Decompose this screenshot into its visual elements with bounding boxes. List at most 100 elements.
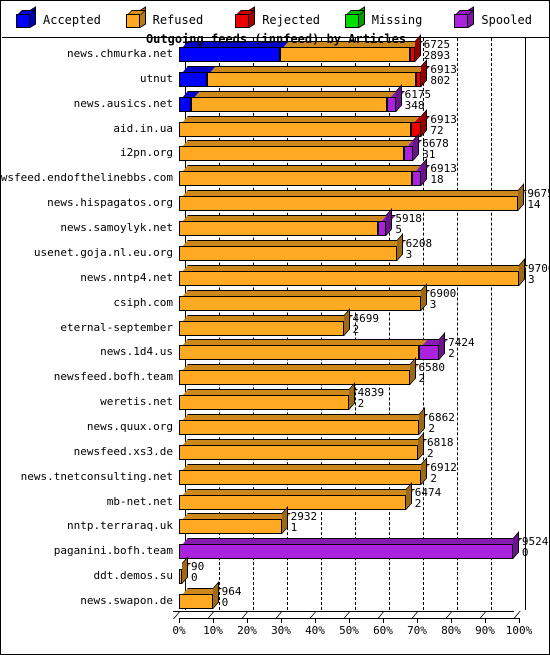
bar-value-secondary: 3 <box>528 272 535 286</box>
bar-segment-refused <box>179 121 412 137</box>
bar-value-secondary: 0 <box>221 596 229 610</box>
bar-value-label: 9524 0 <box>522 536 549 558</box>
bar-segment-spooled <box>179 544 513 560</box>
gridline-80 <box>457 38 458 610</box>
x-axis-label: 0% <box>172 624 186 637</box>
x-axis-tick-10 <box>213 618 214 623</box>
chart-title: Outgoing feeds (innfeed) by Articles <box>145 32 407 46</box>
y-axis-label: csiph.com <box>113 295 173 309</box>
bar-end-cap <box>395 83 402 112</box>
x-axis-label: 10% <box>203 624 223 637</box>
chart-container: Accepted Refused Rejected Missing Spooled ne… <box>0 0 550 655</box>
bar-value-label: 6175 348 <box>405 89 432 111</box>
cube-icon <box>454 6 475 29</box>
bar-segment-spooled <box>418 345 440 361</box>
legend-label: Missing <box>371 12 423 27</box>
bar-value-secondary: 18 <box>430 173 444 187</box>
x-axis-tick-70 <box>417 618 418 623</box>
bar-segment-refused <box>179 444 419 460</box>
y-axis-label: newsfeed.xs3.de <box>73 444 173 458</box>
bar-value-secondary: 2 <box>427 446 434 460</box>
bar-value-secondary: 0 <box>521 546 529 560</box>
bar-value-label: 4699 2 <box>353 313 380 335</box>
bar-end-cap <box>343 307 350 336</box>
legend-label: Refused <box>152 12 204 27</box>
x-axis-label: 100% <box>505 624 533 637</box>
x-axis-tick-60 <box>383 618 384 623</box>
legend-item-missing: Missing <box>331 6 441 29</box>
bar-segment-refused <box>179 345 419 361</box>
bar-value-label: 4839 2 <box>358 387 385 409</box>
bar-segment-refused <box>179 270 519 286</box>
bars-layer: 6725 2893 6913 802 6175 348 6913 72 6678 31 6913 18… <box>179 34 549 610</box>
y-axis-label: news.nntp4.net <box>80 270 173 284</box>
bar-end-cap <box>182 556 189 585</box>
y-axis-label: usenet.goja.nl.eu.org <box>33 245 173 259</box>
bar-value-secondary: 2 <box>430 471 438 485</box>
bar-segment-refused <box>179 146 405 162</box>
bar-value-label: 5918 5 <box>395 213 422 235</box>
y-axis-label: i2pn.org <box>120 146 173 160</box>
bar-segment-refused <box>179 370 410 386</box>
x-axis-label: 40% <box>305 624 325 637</box>
y-axis-label: news.tnetconsulting.net <box>20 469 173 483</box>
y-axis-label: newsfeed.endofthelinebbs.com <box>0 171 173 185</box>
bar-segment-rejected <box>410 46 415 62</box>
bar-segment-refused <box>179 419 420 435</box>
bar-value-secondary: 2893 <box>423 48 451 62</box>
bar-end-cap <box>348 382 355 411</box>
bar-value-secondary: 3 <box>429 297 437 311</box>
y-axis-label: utnut <box>139 71 173 85</box>
x-axis-label: 90% <box>475 624 495 637</box>
bar-end-cap <box>409 357 416 386</box>
bar-segment-refused <box>179 469 422 485</box>
legend-label: Rejected <box>262 12 320 27</box>
x-axis-tick-50 <box>349 618 350 623</box>
bar-end-cap <box>413 133 420 162</box>
x-axis-tick-90 <box>485 618 486 623</box>
y-axis-labels: news.chmurka.net utnut news.ausics.net aid.… <box>1 38 177 610</box>
bar-segment-spooled <box>404 146 414 162</box>
y-axis-label: paganini.bofh.team <box>53 544 173 558</box>
y-axis-label: nntp.terraraq.uk <box>67 519 173 533</box>
x-axis-tick-0 <box>179 618 180 623</box>
bar-value-secondary: 348 <box>404 98 425 112</box>
bar-segment-refused <box>179 594 213 610</box>
bar-value-secondary: 14 <box>527 198 541 212</box>
bar-end-cap <box>405 481 412 510</box>
bar-value-secondary: 2 <box>418 372 426 386</box>
bar-value-label: 6580 2 <box>419 362 446 384</box>
bar-value-secondary: 2 <box>448 347 455 361</box>
bar-value-secondary: 2 <box>357 397 365 411</box>
y-axis-label: news.ausics.net <box>73 96 173 110</box>
bar-end-cap <box>439 332 446 361</box>
bar-segment-accepted <box>179 71 208 87</box>
bar-end-cap <box>518 183 525 212</box>
bar-value-label: 6913 18 <box>430 163 457 185</box>
x-axis-tick-100 <box>519 618 520 623</box>
bar-segment-refused <box>280 46 411 62</box>
bar-value-secondary: 802 <box>430 73 451 87</box>
plot-area: news.chmurka.net utnut news.ausics.net aid.… <box>1 34 549 654</box>
bar-value-label: 6912 2 <box>430 462 457 484</box>
cube-icon <box>235 6 256 29</box>
bar-value-secondary: 2 <box>428 421 435 435</box>
bar-value-total: 6913 <box>430 112 457 126</box>
bar-value-label: 6818 2 <box>427 437 454 459</box>
bar-value-total: 4699 <box>352 311 380 325</box>
bar-value-label: 967514 <box>527 188 549 212</box>
x-axis-tick-80 <box>451 618 452 623</box>
bar-end-cap <box>419 407 426 435</box>
x-axis-tick-20 <box>247 618 248 623</box>
bar-end-cap <box>420 282 427 311</box>
gridline-100 <box>525 38 526 610</box>
x-axis-label: 80% <box>441 624 461 637</box>
y-axis-label: news.quux.org <box>86 419 173 433</box>
bar-value-secondary: 1 <box>290 521 298 535</box>
gridline-90 <box>491 38 492 610</box>
y-axis-label: eternal-september <box>60 320 173 334</box>
y-axis-label: news.chmurka.net <box>67 46 173 60</box>
bar-segment-refused <box>179 196 519 212</box>
bar-segment-refused <box>179 171 413 187</box>
bar-end-cap <box>421 456 428 485</box>
